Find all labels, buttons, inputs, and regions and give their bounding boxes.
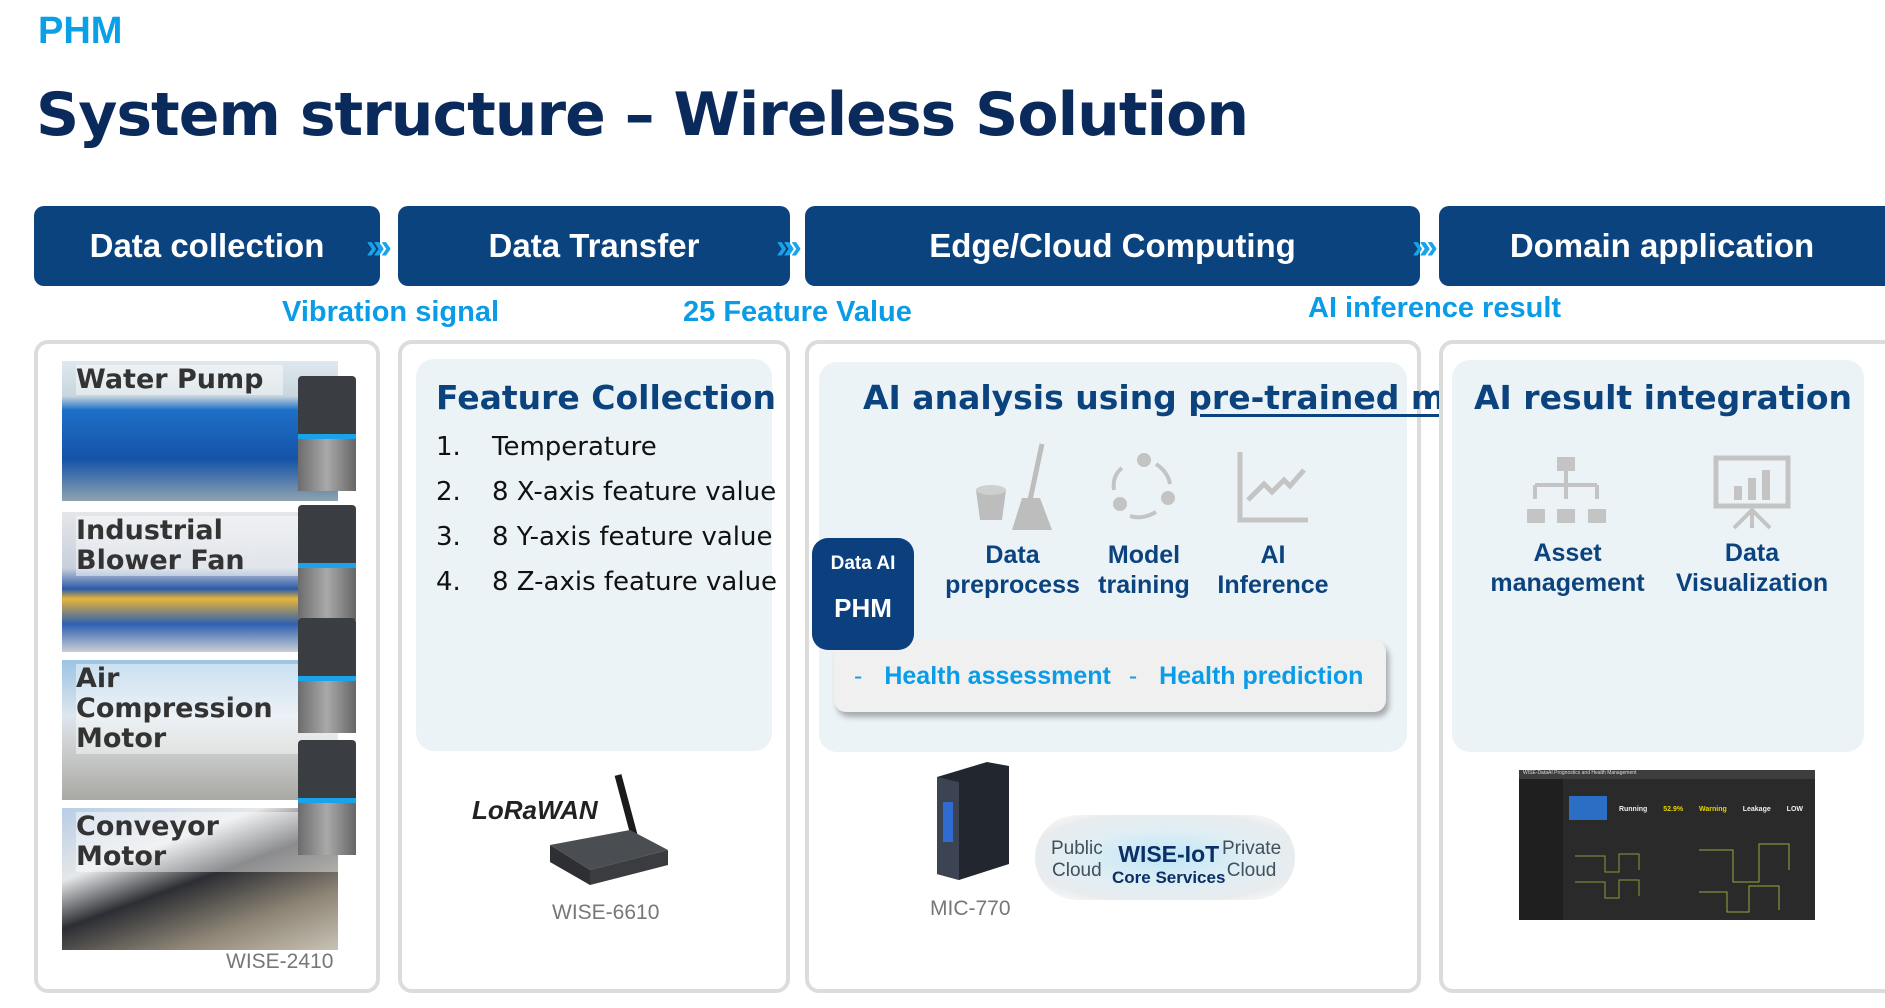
edge-computer-icon (937, 762, 1009, 880)
device-label-wise-2410: WISE-2410 (226, 950, 334, 973)
public-cloud-label: Public Cloud (1051, 838, 1103, 881)
machine-air-compression: Air Compression Motor (62, 660, 338, 800)
chevron-right-icon: »» (366, 228, 392, 266)
ai-analysis-title: AI analysis using pre-trained model (863, 378, 1526, 417)
step-model-training: Model training (1098, 541, 1190, 599)
health-prediction: Health prediction (1159, 661, 1364, 690)
line-chart-icon (1237, 452, 1308, 523)
ai-integration-title: AI result integration (1474, 378, 1853, 417)
machine-water-pump: Water Pump (62, 361, 338, 501)
wise-iot-label: WISE-IoT Core Services (1112, 841, 1226, 887)
bucket-broom-icon (976, 443, 1052, 530)
private-cloud-label: Private Cloud (1222, 838, 1282, 881)
step-ai-inference: AI Inference (1217, 541, 1329, 599)
machine-blower-fan: Industrial Blower Fan (62, 512, 338, 652)
stage-data-transfer: Data Transfer (398, 206, 790, 286)
presentation-chart-icon (1713, 455, 1791, 530)
page-title: System structure – Wireless Solution (36, 80, 1249, 150)
section-label: PHM (38, 10, 123, 52)
org-chart-icon (1527, 457, 1606, 523)
chevron-right-icon: »» (1412, 228, 1438, 266)
device-label-mic-770: MIC-770 (930, 897, 1011, 920)
feature-collection-title: Feature Collection (436, 378, 776, 417)
cycle-icon (1111, 453, 1175, 520)
machine-conveyor: Conveyor Motor (62, 808, 338, 950)
sensor-icon (298, 740, 356, 860)
gateway-device-icon (550, 774, 668, 885)
sensor-icon (298, 618, 356, 738)
phm-dashboard-screenshot: WISE-DataAI Prognostics and Health Manag… (1519, 770, 1815, 920)
data-visualization: Data Visualization (1675, 539, 1829, 597)
stage-data-collection: Data collection (34, 206, 380, 286)
sensor-icon (298, 505, 356, 625)
health-assessment: Health assessment (884, 661, 1111, 690)
health-results-box: - Health assessment - Health prediction (834, 640, 1386, 712)
asset-management: Asset management (1490, 539, 1645, 597)
stage-domain-application: Domain application (1439, 206, 1885, 286)
step-data-preprocess: Data preprocess (945, 541, 1080, 599)
flow-label-features: 25 Feature Value (683, 296, 912, 328)
flow-label-vibration: Vibration signal (282, 296, 500, 328)
stage-edge-cloud-computing: Edge/Cloud Computing (805, 206, 1420, 286)
data-ai-phm-logo: Data AI PHM (812, 538, 914, 650)
feature-collection-box (416, 359, 772, 751)
flow-label-inference: AI inference result (1308, 292, 1562, 324)
device-label-wise-6610: WISE-6610 (552, 901, 660, 924)
sensor-icon (298, 376, 356, 496)
chevron-right-icon: »» (776, 228, 802, 266)
